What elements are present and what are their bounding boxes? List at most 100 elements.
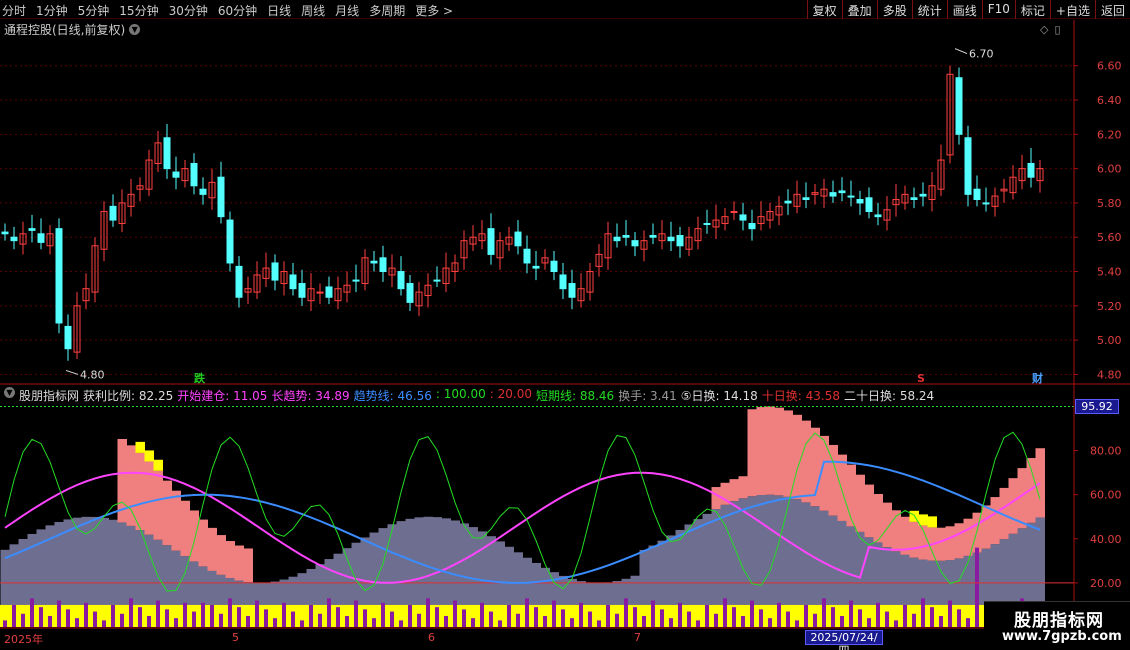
volume-bar [525, 598, 529, 627]
candlesticks [1, 65, 1044, 361]
volume-bar [777, 602, 781, 627]
ind-item: ⑤日换: 14.18 [680, 389, 758, 403]
watermark: 股朋指标网 www.7gpzb.com [984, 601, 1130, 650]
volume-bar [975, 547, 979, 627]
candle-body [64, 325, 72, 350]
indicator-area-top [711, 487, 721, 510]
ind-item: 趋势线: 46.56 [353, 389, 432, 403]
kline-chart[interactable]: 6.60 6.40 6.20 6.00 5.80 5.60 5.40 5.20 5.00 4.80… [0, 0, 1130, 650]
volume-bar [750, 600, 754, 627]
volume-bar [597, 620, 601, 627]
volume-bar [300, 620, 304, 627]
price-tick-label: 6.40 [1097, 94, 1122, 107]
volume-bar [273, 618, 277, 627]
indicator-tick-label: 60.00 [1090, 489, 1122, 502]
candle-body [370, 260, 378, 264]
volume-bar [255, 600, 259, 627]
candle-body [865, 197, 873, 212]
volume-bar [624, 598, 628, 627]
candle-body [568, 283, 576, 298]
volume-bar [705, 604, 709, 627]
volume-bar [30, 598, 34, 627]
price-tick-label: 5.40 [1097, 266, 1122, 279]
indicator-area-top [801, 420, 811, 503]
signal-marker: 跌 [194, 371, 206, 385]
volume-bar [372, 618, 376, 627]
candle-body [847, 195, 855, 198]
volume-bar [588, 611, 592, 627]
volume-bar [669, 618, 673, 627]
volume-bar [93, 611, 97, 627]
indicator-area-top [909, 521, 919, 558]
indicator-area-top [954, 523, 964, 559]
indicator-area-top [126, 445, 136, 526]
indicator-area-top [243, 548, 253, 583]
volume-bar [3, 620, 7, 627]
candle-body [217, 176, 225, 218]
volume-bar [156, 600, 160, 627]
volume-bar [948, 600, 952, 627]
volume-bar [912, 613, 916, 627]
volume-bar [129, 598, 133, 627]
high-arrow [954, 48, 968, 55]
candle-body [190, 162, 198, 187]
indicator-area-top [225, 541, 235, 579]
chevron-down-icon[interactable]: ▼ [4, 387, 15, 398]
indicator-area-top [747, 409, 757, 497]
price-tick-label: 5.60 [1097, 231, 1122, 244]
volume-bar [39, 607, 43, 627]
indicator-area-top [756, 407, 766, 496]
indicator-area-top [765, 406, 775, 495]
candle-body [1027, 162, 1035, 178]
candle-body [676, 235, 684, 247]
volume-bar [723, 598, 727, 627]
candle-body [487, 228, 495, 255]
volume-bar [57, 600, 61, 627]
volume-bar [165, 609, 169, 627]
candle-body [352, 279, 360, 282]
ind-item: : 100.00 [435, 387, 486, 401]
volume-bar [345, 615, 349, 627]
volume-bar [957, 609, 961, 627]
volume-bar [561, 609, 565, 627]
candle-body [271, 262, 279, 281]
volume-bar [417, 613, 421, 627]
volume-bar [930, 607, 934, 627]
indicator-panel [0, 406, 1074, 627]
candle-body [379, 257, 387, 273]
volume-bar [858, 609, 862, 627]
volume-bar [876, 602, 880, 627]
volume-bar [480, 602, 484, 627]
volume-bar [579, 602, 583, 627]
volume-bar [75, 618, 79, 627]
volume-bar [768, 618, 772, 627]
indicator-area-top [945, 526, 955, 561]
volume-bar [714, 613, 718, 627]
candle-body [550, 260, 558, 273]
volume-bar [606, 604, 610, 627]
indicator-area-top [882, 502, 892, 548]
volume-bar [498, 620, 502, 627]
candle-body [964, 137, 972, 195]
indicator-area-top [792, 414, 802, 500]
low-label: 4.80 [80, 368, 105, 381]
volume-bar [426, 598, 430, 627]
indicator-area-top [135, 452, 145, 531]
indicator-name[interactable]: 股朋指标网 [19, 387, 79, 404]
volume-bar [246, 615, 250, 627]
volume-bar [48, 615, 52, 627]
grid-lines [0, 65, 1074, 375]
volume-bar [210, 604, 214, 627]
date-label: 5 [232, 631, 239, 644]
volume-bar [660, 609, 664, 627]
volume-bar [327, 598, 331, 627]
volume-bar [399, 620, 403, 627]
volume-bar [615, 613, 619, 627]
indicator-area-top [855, 474, 865, 532]
candle-body [739, 214, 747, 221]
candle-body [10, 236, 18, 242]
candle-body [172, 171, 180, 178]
indicator-area-top [738, 476, 748, 499]
indicator-area-top [846, 464, 856, 527]
volume-bar [966, 618, 970, 627]
